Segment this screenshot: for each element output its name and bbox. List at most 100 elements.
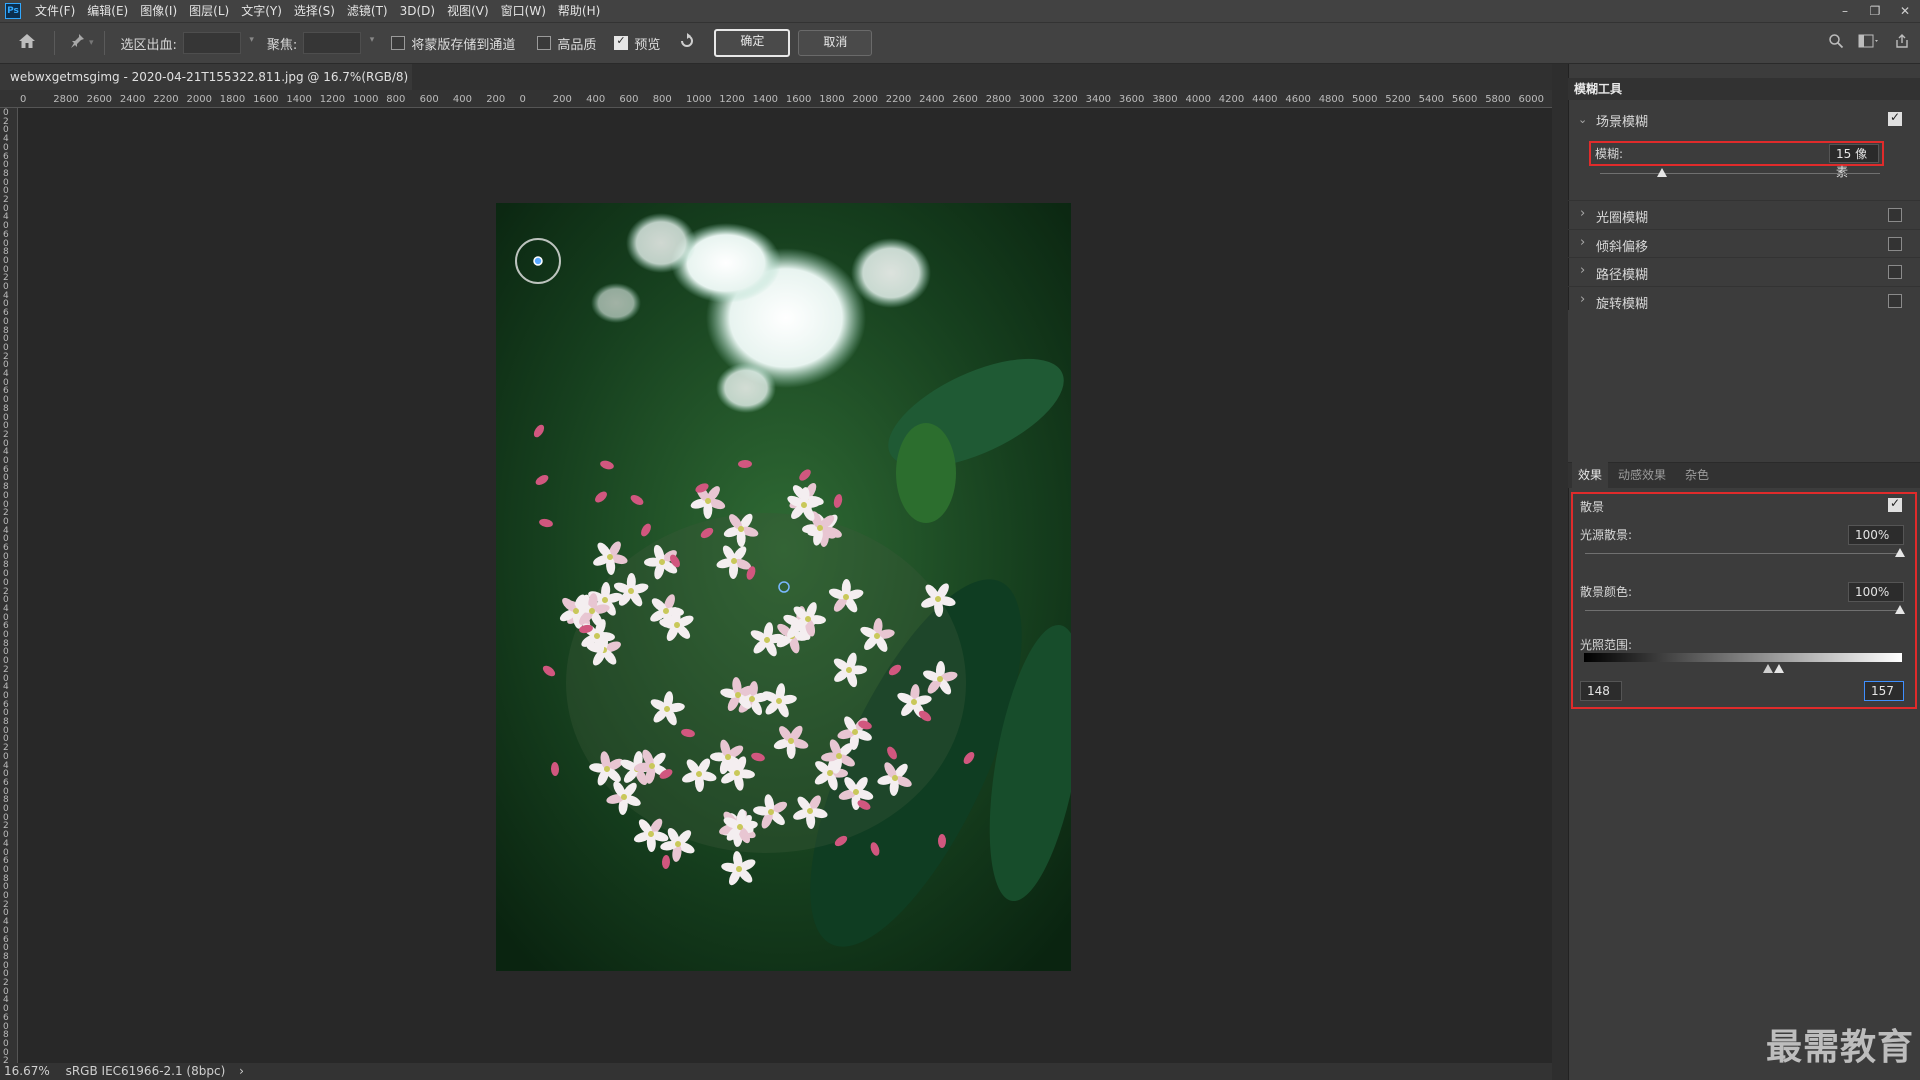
ruler-label: 1200 <box>719 94 745 105</box>
focus-label: 聚焦: <box>266 37 298 53</box>
minimize-icon[interactable]: – <box>1830 0 1860 22</box>
tab-effects[interactable]: 效果 <box>1572 462 1609 488</box>
home-icon[interactable] <box>18 33 36 53</box>
document-tab[interactable]: webwxgetmsgimg - 2020-04-21T155322.811.j… <box>0 64 412 110</box>
blur-amount-slider-track[interactable] <box>1600 173 1880 174</box>
menu-image[interactable]: 图像(I) <box>134 0 183 22</box>
tilt-shift-row[interactable]: › 倾斜偏移 <box>1568 228 1920 257</box>
menu-filter[interactable]: 滤镜(T) <box>341 0 394 22</box>
menu-help[interactable]: 帮助(H) <box>552 0 606 22</box>
window-controls: – ❐ ✕ <box>1830 0 1920 22</box>
menu-window[interactable]: 窗口(W) <box>495 0 552 22</box>
workspace-icon[interactable] <box>1858 33 1880 53</box>
spin-blur-checkbox[interactable] <box>1888 293 1902 308</box>
bokeh-color-input[interactable]: 100% <box>1848 582 1904 602</box>
menu-file[interactable]: 文件(F) <box>29 0 81 22</box>
ruler-label: 2000 <box>186 94 212 105</box>
horizontal-ruler[interactable]: 0 2800 2600 2400 2200 2000 1800 1600 1400 1200 100… <box>0 90 1552 108</box>
blur-pin-tool-icon[interactable] <box>69 33 87 53</box>
ruler-label: 600 <box>619 94 639 105</box>
ruler-label: 0 <box>519 94 526 105</box>
bokeh-color-slider-thumb[interactable] <box>1895 605 1905 614</box>
reset-pins-icon[interactable] <box>678 33 696 53</box>
menu-3d[interactable]: 3D(D) <box>394 0 441 22</box>
iris-blur-label: 光圈模糊 <box>1596 211 1649 226</box>
field-blur-chevron-icon[interactable]: ⌄ <box>1578 113 1587 126</box>
ruler-label: 5400 <box>1418 94 1445 105</box>
path-blur-row[interactable]: › 路径模糊 <box>1568 257 1920 285</box>
ruler-label: 2400 <box>119 94 146 105</box>
light-range-gradient[interactable] <box>1584 653 1902 662</box>
iris-blur-row[interactable]: › 光圈模糊 <box>1568 200 1920 228</box>
status-bar: 16.67% sRGB IEC61966-2.1 (8bpc) › <box>0 1063 1552 1080</box>
iris-blur-checkbox[interactable] <box>1888 208 1902 222</box>
tilt-shift-label: 倾斜偏移 <box>1596 239 1649 255</box>
menu-view[interactable]: 视图(V) <box>441 0 495 22</box>
tilt-shift-chevron-icon[interactable]: › <box>1580 235 1585 250</box>
ruler-label: 4200 <box>1218 94 1245 105</box>
search-icon[interactable] <box>1828 33 1844 53</box>
ruler-label: 3600 <box>1118 94 1145 105</box>
ruler-label: 3200 <box>1052 94 1078 105</box>
cancel-button[interactable]: 取消 <box>798 30 873 56</box>
zoom-level[interactable]: 16.67% <box>4 1064 50 1078</box>
field-blur-label: 场景模糊 <box>1596 115 1649 130</box>
light-bokeh-label: 光源散景: <box>1580 528 1633 542</box>
light-range-low-thumb[interactable] <box>1763 664 1773 673</box>
light-bokeh-input[interactable]: 100% <box>1848 525 1904 545</box>
menu-layer[interactable]: 图层(L) <box>183 0 235 22</box>
close-window-icon[interactable]: ✕ <box>1890 0 1920 22</box>
document-tab-title: webwxgetmsgimg - 2020-04-21T155322.811.j… <box>10 70 409 84</box>
selection-bleed-label: 选区出血: <box>120 37 177 53</box>
menu-select[interactable]: 选择(S) <box>288 0 341 22</box>
light-range-high-thumb[interactable] <box>1774 664 1784 673</box>
vertical-ruler[interactable]: 0204060800204060800204060800204060800204… <box>0 108 18 1063</box>
ruler-label: 6000 <box>1518 94 1544 105</box>
ruler-label: 1000 <box>686 94 712 105</box>
light-range-high-input[interactable]: 157 <box>1864 681 1904 701</box>
spin-blur-chevron-icon[interactable]: › <box>1580 292 1585 307</box>
tab-noise[interactable]: 杂色 <box>1685 462 1709 488</box>
tilt-shift-checkbox[interactable] <box>1888 236 1902 251</box>
tool-preset-chevron-icon[interactable]: ▾ <box>89 38 94 48</box>
ruler-label: 800 <box>652 94 672 105</box>
ruler-label: 800 <box>386 94 406 105</box>
iris-blur-chevron-icon[interactable]: › <box>1580 206 1585 221</box>
restore-icon[interactable]: ❐ <box>1860 0 1890 22</box>
blur-amount-input[interactable]: 15 像素 <box>1829 144 1879 179</box>
ruler-label: 4000 <box>1185 94 1211 105</box>
focus-dropdown[interactable]: ▾ <box>303 32 374 54</box>
light-bokeh-slider-thumb[interactable] <box>1895 548 1905 557</box>
status-arrow-icon[interactable]: › <box>239 1064 244 1078</box>
path-blur-chevron-icon[interactable]: › <box>1580 263 1585 278</box>
high-quality-checkbox[interactable]: 高品质 <box>537 34 596 53</box>
selection-bleed-dropdown[interactable]: ▾ <box>182 32 254 54</box>
save-mask-checkbox-box[interactable] <box>391 36 406 50</box>
ruler-label: 3000 <box>1019 94 1045 105</box>
blur-amount-slider-thumb[interactable] <box>1656 168 1667 177</box>
ok-button[interactable]: 确定 <box>714 29 791 57</box>
ruler-label: 4400 <box>1252 94 1278 105</box>
menu-bar: Ps 文件(F) 编辑(E) 图像(I) 图层(L) 文字(Y) 选择(S) 滤… <box>0 0 1920 22</box>
preview-checkbox[interactable]: 预览 <box>614 34 660 53</box>
field-blur-checkbox[interactable] <box>1888 110 1902 126</box>
menu-edit[interactable]: 编辑(E) <box>81 0 134 22</box>
preview-checkbox-box[interactable] <box>614 34 629 50</box>
high-quality-checkbox-box[interactable] <box>537 36 552 50</box>
bokeh-checkbox[interactable] <box>1888 496 1902 512</box>
bokeh-color-label: 散景颜色: <box>1580 585 1633 599</box>
ruler-label: 4600 <box>1285 94 1311 105</box>
ruler-label: 1200 <box>319 94 346 105</box>
document-image[interactable] <box>496 203 1071 971</box>
menu-type[interactable]: 文字(Y) <box>235 0 288 22</box>
share-icon[interactable] <box>1894 33 1910 53</box>
save-mask-checkbox[interactable]: 将蒙版存储到通道 <box>391 34 515 53</box>
tab-motion-effects[interactable]: 动感效果 <box>1618 462 1666 488</box>
ruler-label: 2000 <box>852 94 878 105</box>
bokeh-color-slider-track[interactable] <box>1585 610 1901 611</box>
light-range-low-input[interactable]: 148 <box>1580 681 1622 701</box>
high-quality-label: 高品质 <box>557 37 597 53</box>
light-bokeh-slider-track[interactable] <box>1585 553 1901 554</box>
ruler-label: 1400 <box>286 94 312 105</box>
path-blur-checkbox[interactable] <box>1888 265 1902 279</box>
